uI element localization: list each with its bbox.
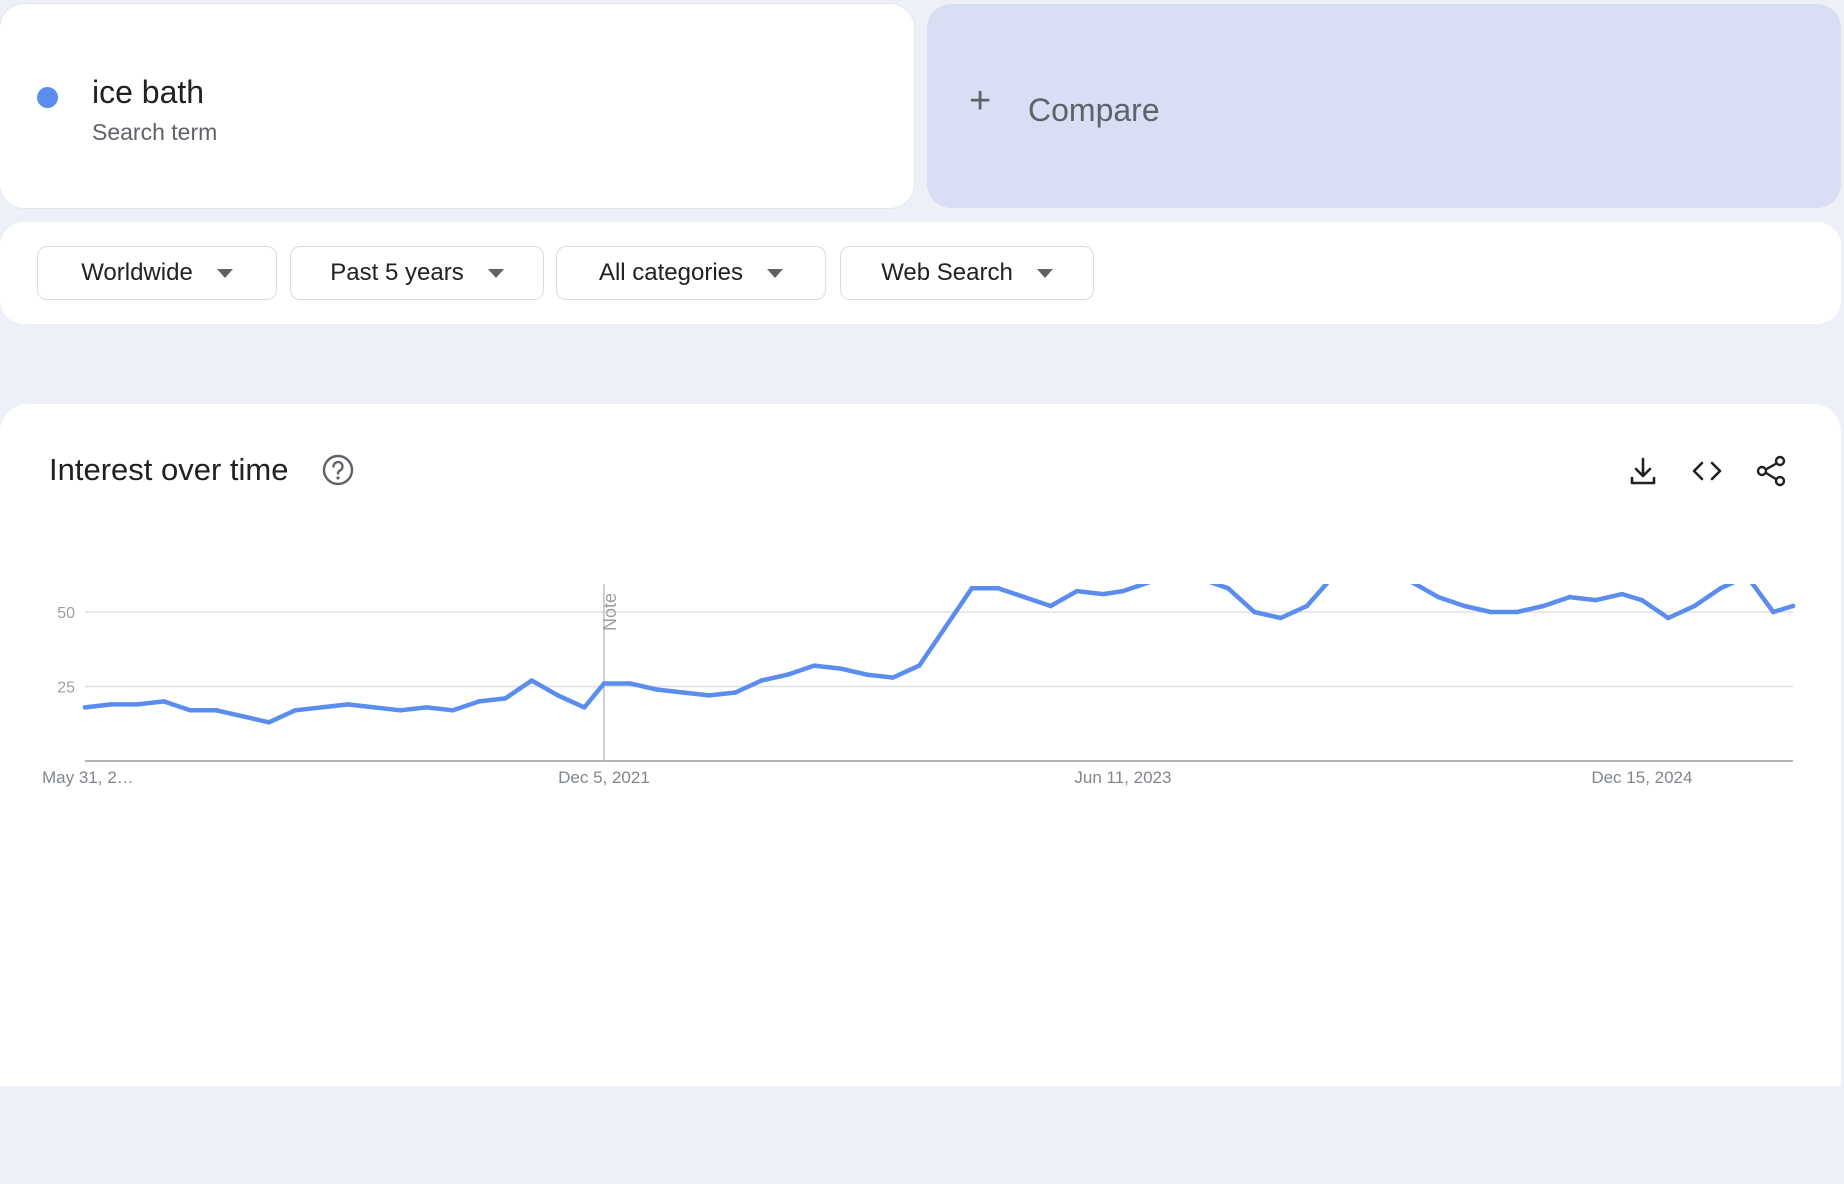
data-point: [398, 708, 403, 713]
data-point: [1304, 603, 1310, 609]
line-chart: 255075100May 31, 2…Dec 5, 2021Jun 11, 20…: [42, 584, 1796, 787]
data-point: [838, 666, 843, 671]
data-point: [1488, 609, 1494, 615]
note-label: Note: [600, 593, 620, 631]
x-tick-label: May 31, 2…: [42, 768, 134, 787]
data-point: [759, 678, 764, 683]
data-point: [82, 705, 88, 710]
data-point: [733, 690, 738, 695]
data-point: [319, 705, 324, 710]
data-point: [1048, 603, 1053, 609]
data-point: [1692, 603, 1697, 609]
data-point: [1541, 603, 1546, 609]
embed-icon[interactable]: [1690, 454, 1724, 488]
filter-region-dropdown[interactable]: Worldwide: [37, 246, 277, 300]
data-point: [601, 681, 607, 686]
data-point: [581, 705, 587, 710]
filter-time-dropdown[interactable]: Past 5 years: [290, 246, 544, 300]
data-point: [108, 702, 114, 707]
data-point: [371, 705, 377, 710]
data-point: [916, 663, 922, 668]
data-point: [995, 585, 1001, 591]
data-point: [680, 690, 686, 695]
help-icon[interactable]: [322, 454, 354, 486]
data-point: [706, 693, 712, 698]
data-point: [811, 663, 817, 668]
data-point: [450, 708, 456, 713]
data-point: [1567, 594, 1572, 600]
data-point: [135, 702, 140, 707]
data-point: [1770, 609, 1776, 615]
search-term-card[interactable]: ice bath Search term: [0, 4, 914, 208]
data-point: [1514, 609, 1520, 615]
data-point: [1718, 585, 1724, 591]
y-tick-label: 50: [57, 605, 75, 622]
data-point: [1278, 615, 1283, 621]
filter-category-dropdown[interactable]: All categories: [556, 246, 826, 300]
chevron-down-icon: [487, 268, 504, 278]
filter-search-type-label: Web Search: [881, 259, 1013, 286]
data-point: [1120, 588, 1126, 594]
data-point: [1790, 603, 1796, 609]
data-point: [214, 708, 219, 713]
term-name[interactable]: ice bath: [92, 74, 204, 111]
data-point: [1639, 597, 1645, 603]
data-point: [864, 672, 870, 677]
filter-search-type-dropdown[interactable]: Web Search: [840, 246, 1094, 300]
data-point: [292, 708, 298, 713]
data-point: [1252, 609, 1257, 615]
data-point: [1225, 585, 1231, 591]
data-point: [476, 699, 482, 704]
x-tick-label: Dec 5, 2021: [558, 768, 650, 787]
filter-time-label: Past 5 years: [330, 259, 464, 286]
interest-over-time-card: Interest over time 255075100May 31, 2…De…: [0, 404, 1841, 1086]
chevron-down-icon: [216, 268, 233, 278]
data-point: [654, 687, 659, 692]
data-point: [1435, 594, 1441, 600]
data-point: [161, 699, 167, 704]
data-point: [187, 708, 193, 713]
chevron-down-icon: [767, 268, 784, 278]
data-point: [240, 714, 245, 719]
compare-label: Compare: [1028, 92, 1160, 128]
chart-title: Interest over time: [49, 452, 289, 487]
data-point: [529, 678, 535, 683]
data-point: [345, 702, 351, 707]
term-subtitle: Search term: [92, 119, 218, 145]
data-point: [555, 693, 561, 698]
download-icon[interactable]: [1626, 454, 1660, 488]
data-point: [1619, 591, 1625, 597]
data-point: [1100, 591, 1106, 597]
filter-bar: Worldwide Past 5 years All categories We…: [0, 222, 1841, 324]
data-point: [890, 675, 896, 680]
x-tick-label: Dec 15, 2024: [1591, 768, 1692, 787]
data-point: [266, 719, 272, 725]
data-point: [627, 681, 633, 686]
x-tick-label: Jun 11, 2023: [1074, 768, 1171, 787]
data-point: [503, 696, 508, 701]
share-icon[interactable]: [1754, 454, 1788, 488]
plus-icon: +: [969, 80, 992, 122]
data-point: [1022, 594, 1027, 600]
data-point: [424, 705, 429, 710]
data-point: [785, 672, 791, 677]
term-color-dot: [37, 87, 58, 108]
series-line: [82, 584, 1796, 725]
data-point: [1462, 603, 1467, 609]
y-tick-label: 25: [57, 680, 75, 697]
compare-button[interactable]: + Compare: [927, 4, 1841, 208]
filter-region-label: Worldwide: [81, 259, 193, 286]
data-point: [1074, 588, 1080, 594]
chevron-down-icon: [1036, 268, 1053, 278]
data-point: [943, 624, 948, 630]
data-point: [969, 585, 975, 591]
data-point: [1593, 597, 1599, 603]
data-point: [1665, 615, 1671, 621]
filter-category-label: All categories: [598, 259, 744, 286]
